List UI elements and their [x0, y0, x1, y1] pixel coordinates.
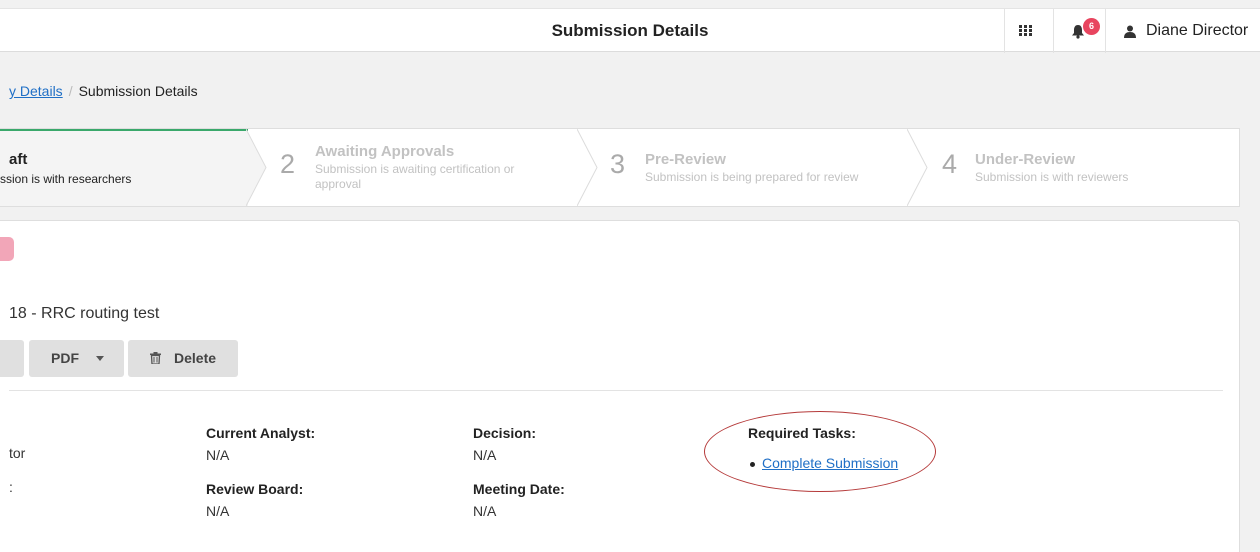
progress-steps: aft ssion is with researchers 2 Awaiting… [0, 128, 1240, 207]
pdf-button-label: PDF [51, 350, 79, 366]
step-number: 3 [610, 149, 626, 179]
step-description: Submission is being prepared for review [645, 170, 859, 184]
notification-badge: 6 [1083, 18, 1100, 35]
delete-button-label: Delete [174, 350, 217, 366]
top-bar: Submission Details 6 Diane Director [0, 8, 1260, 53]
breadcrumb-parent-link[interactable]: y Details [9, 83, 63, 99]
divider [1105, 9, 1106, 53]
review-board-field: Review Board: N/A [206, 481, 303, 519]
field-value: N/A [473, 503, 497, 519]
user-icon [1124, 25, 1136, 38]
field-value: N/A [206, 503, 230, 519]
apps-grid-icon[interactable] [1019, 25, 1033, 37]
step-awaiting-approvals: 2 Awaiting Approvals Submission is await… [248, 129, 578, 206]
detail-value-fragment: tor [9, 445, 26, 461]
toolbar-button[interactable] [0, 340, 24, 377]
status-badge [0, 237, 14, 261]
submission-card: 18 - RRC routing test PDF Delete tor : C… [0, 220, 1240, 552]
breadcrumb-separator: / [68, 83, 73, 99]
step-description: Submission is awaiting certification or … [315, 162, 515, 191]
decision-field: Decision: N/A [473, 425, 536, 463]
step-draft: aft ssion is with researchers [0, 129, 248, 206]
step-title: Under-Review [975, 151, 1076, 168]
field-label: Decision: [473, 425, 537, 441]
field-label: Current Analyst: [206, 425, 316, 441]
step-title: Pre-Review [645, 151, 726, 168]
delete-button[interactable]: Delete [128, 340, 238, 377]
divider [1004, 9, 1005, 53]
field-value: N/A [206, 447, 230, 463]
caret-down-icon [96, 356, 104, 361]
step-pre-review: 3 Pre-Review Submission is being prepare… [578, 129, 908, 206]
submission-title: 18 - RRC routing test [9, 305, 160, 322]
step-description: Submission is with reviewers [975, 170, 1129, 184]
trash-icon [150, 352, 161, 364]
field-label: Meeting Date: [473, 481, 565, 497]
meeting-date-field: Meeting Date: N/A [473, 481, 565, 519]
step-number: 4 [942, 149, 958, 179]
field-label: Review Board: [206, 481, 304, 497]
divider [1053, 9, 1054, 53]
breadcrumb-current: Submission Details [78, 83, 198, 99]
current-analyst-field: Current Analyst: N/A [206, 425, 315, 463]
user-menu[interactable]: Diane Director [1146, 22, 1248, 40]
step-number: 2 [280, 149, 296, 179]
step-title: aft [9, 151, 28, 168]
breadcrumb: y Details / Submission Details [9, 83, 198, 99]
step-description: ssion is with researchers [0, 172, 132, 186]
step-title: Awaiting Approvals [315, 143, 455, 160]
section-divider [9, 390, 1223, 391]
annotation-ellipse [704, 411, 936, 492]
field-value: N/A [473, 447, 497, 463]
detail-value-fragment: : [9, 479, 13, 495]
step-under-review: 4 Under-Review Submission is with review… [908, 129, 1238, 206]
pdf-button[interactable]: PDF [29, 340, 124, 377]
